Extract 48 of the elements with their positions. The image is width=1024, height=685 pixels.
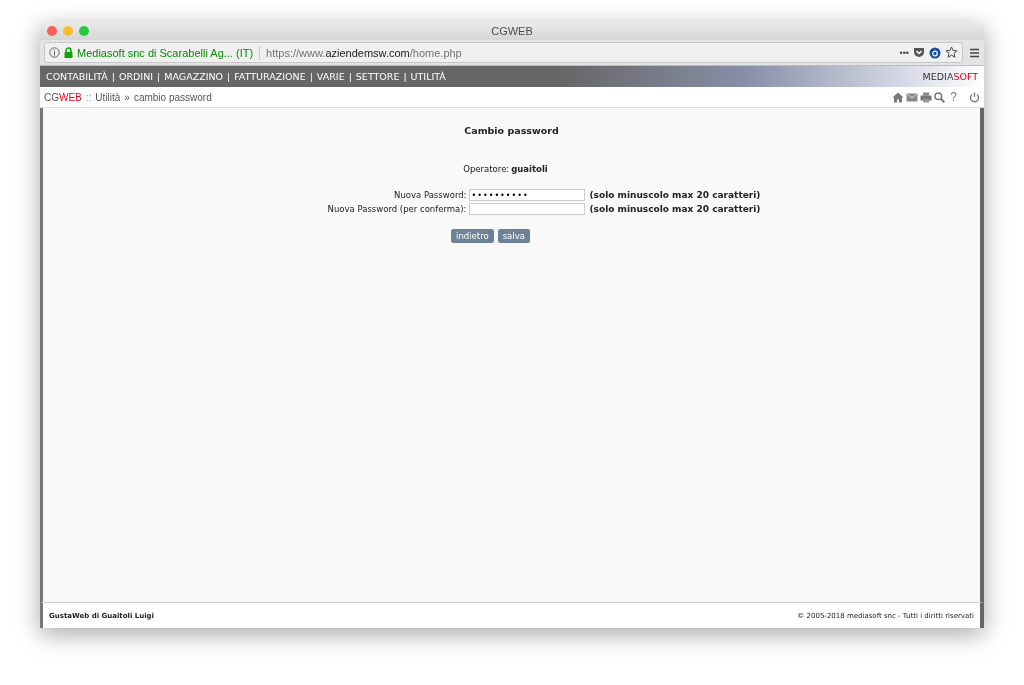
address-bar[interactable]: Mediasoft snc di Scarabelli Ag... (IT) https://www.aziendemsw.com/home.php ••• <box>44 42 963 63</box>
pocket-icon[interactable] <box>913 47 925 58</box>
printer-icon[interactable] <box>920 91 933 103</box>
menu-separator: | <box>227 71 231 82</box>
breadcrumb-separator: :: <box>85 91 92 103</box>
bookmark-star-icon[interactable] <box>945 46 958 59</box>
mail-icon[interactable] <box>906 92 919 102</box>
breadcrumb-current: cambio password <box>133 91 212 103</box>
site-identity[interactable]: Mediasoft snc di Scarabelli Ag... (IT) <box>77 46 254 59</box>
menu-separator: | <box>403 71 407 82</box>
password-field[interactable] <box>468 203 585 215</box>
padlock-icon <box>64 47 73 58</box>
search-icon[interactable] <box>934 91 946 103</box>
brand-logo: MEDIASOFT <box>922 71 978 82</box>
menu-separator: | <box>309 71 313 82</box>
menu-item[interactable]: CONTABILITÀ <box>46 71 108 82</box>
window-title: CGWEB <box>491 25 533 37</box>
operator-name: guaitoli <box>511 164 548 174</box>
home-icon[interactable] <box>892 91 905 103</box>
more-actions-button[interactable]: ••• <box>899 47 909 58</box>
close-window-button[interactable] <box>47 26 57 36</box>
operator-label: Operatore: <box>463 164 510 174</box>
menu-item[interactable]: SETTORE <box>355 71 400 82</box>
menu-item[interactable]: FATTURAZIONE <box>234 71 306 82</box>
breadcrumb-separator: » <box>124 91 130 103</box>
field-hint: (solo minuscolo max 20 caratteri) <box>589 204 761 214</box>
help-button[interactable]: ? <box>950 90 957 104</box>
menu-separator: | <box>348 71 352 82</box>
info-icon[interactable] <box>49 47 60 58</box>
menu-item[interactable]: MAGAZZINO <box>164 71 224 82</box>
menu-item[interactable]: UTILITÀ <box>410 71 446 82</box>
breadcrumb-item[interactable]: Utilità <box>95 91 121 103</box>
password-field[interactable]: •••••••••• <box>468 189 585 201</box>
form-title: Cambio password <box>464 125 559 136</box>
menu-icon[interactable] <box>969 47 980 58</box>
app-logo[interactable]: CGWEB <box>44 91 82 103</box>
menu-separator: | <box>111 71 115 82</box>
power-icon[interactable] <box>969 91 980 103</box>
menu-item[interactable]: ORDINI <box>118 71 154 82</box>
extension-icon[interactable] <box>929 46 941 59</box>
field-hint: (solo minuscolo max 20 caratteri) <box>589 190 761 200</box>
field-label: Nuova Password: <box>393 190 467 200</box>
url-text: https://www.aziendemsw.com/home.php <box>266 46 462 59</box>
field-label: Nuova Password (per conferma): <box>327 204 467 214</box>
back-button[interactable]: indietro <box>451 229 494 243</box>
save-button[interactable]: salva <box>497 229 530 243</box>
menu-item[interactable]: VARIE <box>316 71 345 82</box>
menu-separator: | <box>157 71 161 82</box>
